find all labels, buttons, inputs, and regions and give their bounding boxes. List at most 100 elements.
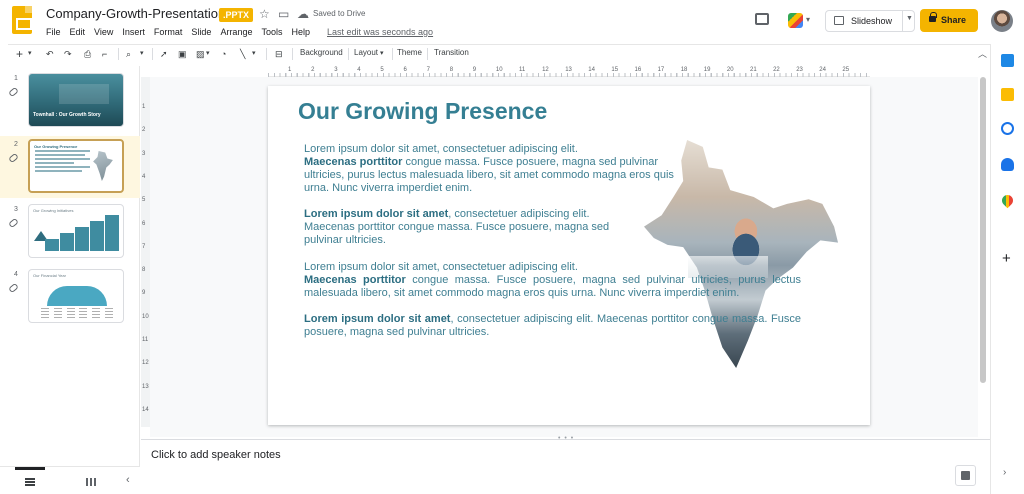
textbox-icon[interactable]: ▣	[178, 47, 187, 61]
slide-preview[interactable]: Our Growing Initiatives	[28, 204, 124, 258]
menu-arrange[interactable]: Arrange	[220, 27, 252, 37]
zoom-icon[interactable]: ⌕	[126, 47, 131, 61]
slide-title[interactable]: Our Growing Presence	[298, 98, 547, 125]
slide-thumbnail-2[interactable]: 2 Our Growing Presence	[0, 136, 140, 198]
ruler-number: 17	[657, 67, 665, 73]
grid-view-icon[interactable]	[86, 478, 96, 486]
maps-icon[interactable]	[999, 192, 1016, 209]
ruler-number: 11	[519, 67, 526, 73]
menu-edit[interactable]: Edit	[70, 27, 86, 37]
notes-expand-button[interactable]	[955, 465, 976, 486]
divider	[427, 48, 428, 60]
add-icon[interactable]: +	[16, 47, 23, 61]
map-graphic	[93, 151, 113, 181]
chevron-down-icon[interactable]: ▼	[906, 15, 913, 22]
slide-paragraph-2[interactable]: Lorem ipsum dolor sit amet, consectetuer…	[304, 208, 634, 247]
menu-view[interactable]: View	[94, 27, 113, 37]
chevron-down-icon[interactable]: ▾	[206, 47, 210, 61]
chevron-down-icon[interactable]: ▾	[140, 47, 144, 61]
undo-icon[interactable]: ↶	[46, 47, 54, 61]
speaker-notes[interactable]: Click to add speaker notes	[151, 449, 281, 461]
divider	[348, 48, 349, 60]
link-icon	[8, 152, 19, 164]
image-icon[interactable]: ▨	[196, 47, 205, 61]
link-icon	[8, 282, 19, 294]
slide-paragraph-4[interactable]: Lorem ipsum dolor sit amet, consectetuer…	[304, 313, 801, 339]
move-folder-icon[interactable]: ▭	[278, 7, 289, 21]
share-button[interactable]: Share	[920, 9, 978, 32]
chevron-down-icon[interactable]: ▾	[28, 47, 32, 61]
slideshow-label: Slideshow	[851, 16, 893, 26]
line-icon[interactable]: ╲	[240, 47, 245, 61]
paint-format-icon[interactable]: ⌐	[102, 47, 107, 61]
comment-icon[interactable]: ⊟	[275, 47, 283, 61]
horizontal-ruler[interactable]: 1 2 3 4 5 6 7 8 9 10 11 12 13 14 15 16 17 18 19 20 21 22 23 24 2…	[268, 66, 870, 77]
text-lines	[35, 150, 90, 174]
ruler-number: 10	[142, 313, 149, 320]
slide-paragraph-3[interactable]: Lorem ipsum dolor sit amet, consectetuer…	[304, 261, 801, 300]
slides-logo-icon[interactable]	[12, 6, 32, 34]
slide-paragraph-1[interactable]: Lorem ipsum dolor sit amet, consectetuer…	[304, 143, 684, 195]
redo-icon[interactable]: ↷	[64, 47, 72, 61]
keep-icon[interactable]	[1001, 88, 1014, 101]
calendar-icon[interactable]	[1001, 54, 1014, 67]
collapse-toolbar-icon[interactable]: ︿	[978, 47, 987, 60]
text: Lorem ipsum dolor sit amet, consectetuer…	[304, 261, 578, 273]
ruler-number: 7	[426, 67, 430, 73]
filmstrip-view-icon[interactable]	[25, 478, 35, 486]
slide-preview[interactable]: Our Financial Year	[28, 269, 124, 323]
ruler-number: 25	[842, 67, 850, 73]
scrollbar-thumb[interactable]	[980, 77, 986, 383]
layout-button[interactable]: Layout	[354, 48, 378, 57]
chevron-left-icon[interactable]: ‹	[126, 474, 130, 486]
menu-format[interactable]: Format	[154, 27, 183, 37]
last-edit-link[interactable]: Last edit was seconds ago	[327, 27, 433, 37]
ruler-number: 12	[142, 360, 149, 367]
chevron-down-icon[interactable]: ▾	[252, 47, 256, 61]
menu-tools[interactable]: Tools	[261, 27, 282, 37]
document-title[interactable]: Company-Growth-Presentation	[46, 6, 225, 21]
ruler-number: 4	[142, 173, 146, 180]
menu-slide[interactable]: Slide	[191, 27, 211, 37]
column-graphic	[41, 308, 113, 318]
thumb-title: Our Financial Year	[33, 273, 66, 278]
slideshow-button[interactable]: Slideshow ▼	[825, 10, 915, 32]
chevron-down-icon[interactable]: ▾	[380, 47, 384, 61]
select-icon[interactable]: ➚	[160, 47, 168, 61]
stairs-graphic	[45, 215, 119, 251]
star-icon[interactable]: ☆	[259, 7, 270, 21]
avatar[interactable]	[991, 10, 1013, 32]
slide-preview[interactable]: Our Growing Presence	[28, 139, 124, 193]
ruler-number: 6	[142, 220, 146, 227]
menu-file[interactable]: File	[46, 27, 61, 37]
tasks-icon[interactable]	[1001, 122, 1014, 135]
print-icon[interactable]: ⎙	[84, 47, 91, 61]
add-addon-icon[interactable]: +	[1002, 250, 1011, 267]
drag-handle-icon[interactable]: • • •	[558, 435, 574, 442]
text: Lorem ipsum dolor sit amet, consectetuer…	[304, 143, 578, 155]
shape-icon[interactable]: ◔	[221, 47, 226, 61]
background-button[interactable]: Background	[300, 48, 343, 57]
meet-button[interactable]: ▾	[784, 10, 814, 32]
chevron-right-icon[interactable]: ›	[1003, 467, 1006, 478]
slide-number: 3	[14, 206, 18, 213]
slide-preview[interactable]: Townhall : Our Growth Story	[28, 73, 124, 127]
comments-icon[interactable]	[755, 13, 769, 25]
slide-canvas[interactable]: Our Growing Presence Lorem ipsum dolor s…	[268, 86, 870, 425]
bold-text: Lorem ipsum dolor sit amet	[304, 313, 451, 325]
vertical-scrollbar[interactable]	[979, 77, 987, 437]
filmstrip-view-controls: ‹	[0, 466, 140, 494]
slide-thumbnail-4[interactable]: 4 Our Financial Year	[0, 266, 140, 328]
chevron-down-icon: ▾	[806, 15, 811, 24]
menu-help[interactable]: Help	[291, 27, 310, 37]
slide-thumbnail-3[interactable]: 3 Our Growing Initiatives	[0, 201, 140, 263]
transition-button[interactable]: Transition	[434, 48, 469, 57]
vertical-ruler[interactable]: 1 2 3 4 5 6 7 8 9 10 11 12 13 14	[141, 77, 150, 427]
ruler-number: 22	[773, 67, 780, 73]
contacts-icon[interactable]	[1001, 158, 1014, 171]
menu-insert[interactable]: Insert	[122, 27, 145, 37]
ruler-number: 14	[588, 67, 595, 73]
ruler-number: 2	[142, 127, 146, 134]
slide-thumbnail-1[interactable]: 1 Townhall : Our Growth Story	[0, 70, 140, 132]
theme-button[interactable]: Theme	[397, 48, 422, 57]
